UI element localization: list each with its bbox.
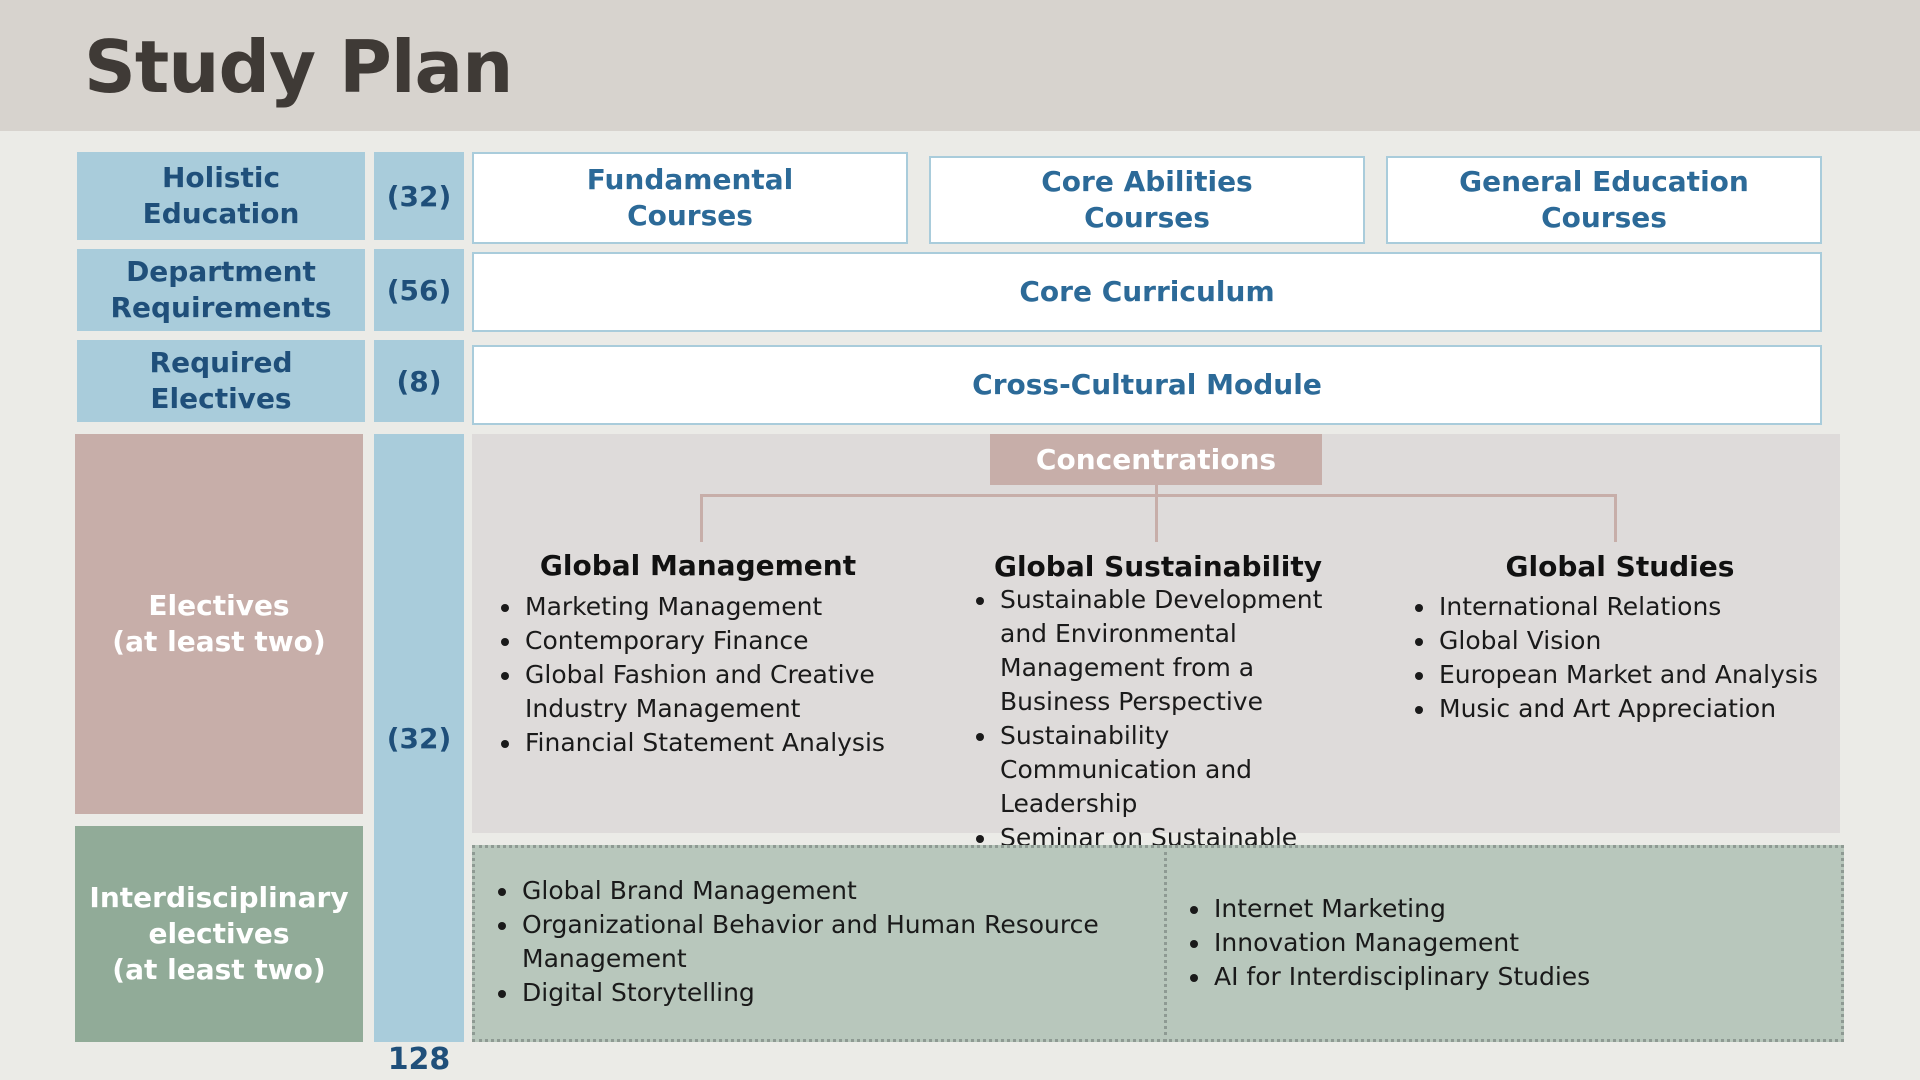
list-item: Global Fashion and Creative Industry Man… <box>523 658 917 726</box>
list-item: International Relations <box>1437 590 1831 624</box>
list-interdisciplinary-left: Global Brand Management Organizational B… <box>494 874 1154 1010</box>
list-item: Music and Art Appreciation <box>1437 692 1831 726</box>
total-credits: 128 <box>387 1042 451 1077</box>
box-fundamental-courses: Fundamental Courses <box>472 152 908 244</box>
list-item: Sustainable Development and Environmenta… <box>998 583 1372 719</box>
list-item: Sustainability Communication and Leaders… <box>998 719 1372 821</box>
list-item: AI for Interdisciplinary Studies <box>1212 960 1806 994</box>
box-general-education-courses: General Education Courses <box>1386 156 1822 244</box>
interdisciplinary-divider <box>1164 845 1167 1042</box>
list-item: Marketing Management <box>523 590 917 624</box>
list-item: Internet Marketing <box>1212 892 1806 926</box>
page-title: Study Plan <box>84 25 513 109</box>
list-item: Digital Storytelling <box>520 976 1154 1010</box>
category-electives: Electives (at least two) <box>75 434 363 814</box>
box-cross-cultural-module: Cross-Cultural Module <box>472 345 1822 425</box>
credits-required-electives: (8) <box>374 340 464 422</box>
category-department-requirements: Department Requirements <box>77 249 365 331</box>
credits-electives: (32) <box>374 434 464 1042</box>
list-item: European Market and Analysis <box>1437 658 1831 692</box>
list-interdisciplinary-right: Internet Marketing Innovation Management… <box>1186 892 1806 994</box>
credits-department: (56) <box>374 249 464 331</box>
concentrations-badge: Concentrations <box>990 434 1322 485</box>
list-item: Global Brand Management <box>520 874 1154 908</box>
box-core-abilities-courses: Core Abilities Courses <box>929 156 1365 244</box>
list-item: Financial Statement Analysis <box>523 726 917 760</box>
connector-horizontal <box>700 494 1617 497</box>
connector-left <box>700 494 703 542</box>
concentration-title-global-studies: Global Studies <box>1505 550 1735 583</box>
category-required-electives: Required Electives <box>77 340 365 422</box>
category-interdisciplinary-electives: Interdisciplinary electives (at least tw… <box>75 826 363 1042</box>
list-item: Contemporary Finance <box>523 624 917 658</box>
list-global-studies: International Relations Global Vision Eu… <box>1411 590 1831 726</box>
list-item: Innovation Management <box>1212 926 1806 960</box>
concentration-title-global-management: Global Management <box>539 549 857 582</box>
category-holistic-education: Holistic Education <box>77 152 365 240</box>
list-item: Global Vision <box>1437 624 1831 658</box>
credits-holistic: (32) <box>374 152 464 240</box>
list-global-sustainability: Sustainable Development and Environmenta… <box>972 583 1372 889</box>
concentration-title-global-sustainability: Global Sustainability <box>993 550 1323 583</box>
box-core-curriculum: Core Curriculum <box>472 252 1822 332</box>
list-item: Organizational Behavior and Human Resour… <box>520 908 1154 976</box>
connector-right <box>1614 494 1617 542</box>
list-global-management: Marketing Management Contemporary Financ… <box>497 590 917 760</box>
